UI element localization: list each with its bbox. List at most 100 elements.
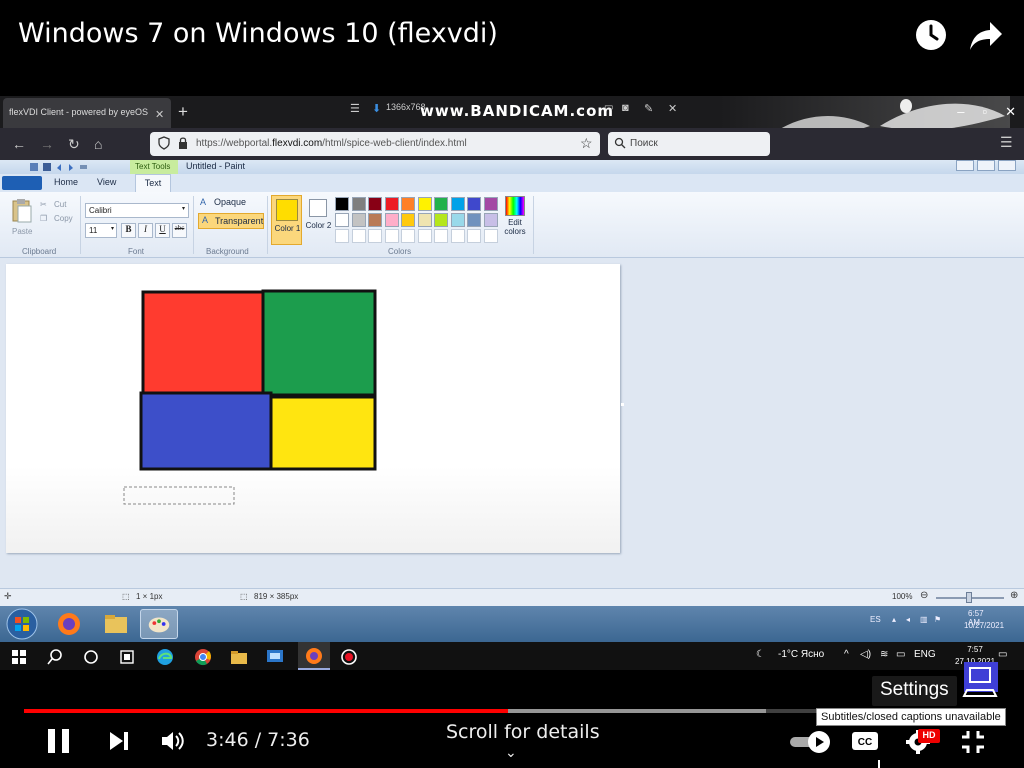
palette-swatch[interactable] <box>450 197 465 211</box>
minimize-icon[interactable]: – <box>957 104 964 119</box>
close-icon[interactable]: ✕ <box>1005 104 1016 119</box>
maximize-icon[interactable] <box>977 160 995 171</box>
close-icon[interactable]: ✕ <box>155 108 164 121</box>
firefox-task-active[interactable] <box>298 642 330 670</box>
search-input[interactable]: Поиск <box>608 132 770 156</box>
edge-icon[interactable] <box>154 646 176 668</box>
close-icon[interactable] <box>998 160 1016 171</box>
palette-swatch[interactable] <box>434 197 448 211</box>
chrome-icon[interactable] <box>192 646 214 668</box>
palette-swatch[interactable] <box>368 213 382 227</box>
windows-start-icon[interactable] <box>8 646 30 668</box>
browser-tab[interactable]: flexVDI Client - powered by eyeOS ✕ <box>3 98 171 128</box>
language-indicator[interactable]: ES <box>870 615 881 624</box>
palette-swatch[interactable] <box>335 229 349 243</box>
forward-arrow-icon[interactable]: → <box>40 136 54 152</box>
explorer-folder-icon[interactable] <box>97 609 135 639</box>
palette-swatch[interactable] <box>417 229 432 243</box>
font-size-select[interactable]: 11 ▾ <box>85 223 117 238</box>
palette-swatch[interactable] <box>417 197 432 211</box>
wifi-icon[interactable]: ≋ <box>880 649 888 660</box>
color1-button[interactable]: Color 1 <box>271 195 302 245</box>
palette-swatch[interactable] <box>450 229 465 243</box>
palette-swatch[interactable] <box>384 229 399 243</box>
palette-swatch[interactable] <box>351 197 366 211</box>
italic-button[interactable]: I <box>138 223 153 238</box>
battery-icon[interactable]: ▭ <box>896 649 905 660</box>
palette-swatch[interactable] <box>351 229 366 243</box>
flag-icon[interactable]: ⚑ <box>934 615 941 624</box>
task-view-icon[interactable] <box>116 646 138 668</box>
palette-swatch[interactable] <box>335 197 349 211</box>
cut-label[interactable]: Cut <box>54 200 66 209</box>
palette-swatch[interactable] <box>384 197 399 211</box>
captions-icon[interactable]: CC <box>850 730 880 752</box>
palette-swatch[interactable] <box>401 213 415 227</box>
next-icon[interactable] <box>108 730 132 752</box>
chevron-up-icon[interactable]: ▴ <box>892 615 896 624</box>
progress-bar[interactable] <box>24 709 1000 713</box>
tab-home[interactable]: Home <box>54 177 78 187</box>
autoplay-toggle[interactable] <box>788 730 832 754</box>
palette-swatch[interactable] <box>368 197 382 211</box>
back-arrow-icon[interactable]: ← <box>12 136 26 152</box>
shield-icon[interactable] <box>158 136 170 150</box>
zoom-slider-thumb[interactable] <box>966 592 972 603</box>
palette-swatch[interactable] <box>401 229 415 243</box>
language-indicator[interactable]: ENG <box>914 649 936 660</box>
paint-taskbar-icon[interactable] <box>140 609 178 639</box>
zoom-out-icon[interactable]: ⊖ <box>920 590 928 601</box>
home-icon[interactable]: ⌂ <box>94 136 102 152</box>
transparent-button[interactable]: A Transparent <box>198 213 264 229</box>
reload-icon[interactable]: ↻ <box>68 136 80 153</box>
bold-button[interactable]: B <box>121 223 136 238</box>
palette-swatch[interactable] <box>467 229 481 243</box>
strikethrough-button[interactable]: abc <box>172 223 187 238</box>
palette-swatch[interactable] <box>434 213 448 227</box>
zoom-in-icon[interactable]: ⊕ <box>1010 590 1018 601</box>
network-icon[interactable]: ▥ <box>920 615 928 624</box>
weather-text[interactable]: -1°C Ясно <box>778 649 824 660</box>
bookmark-star-icon[interactable]: ☆ <box>580 135 593 152</box>
share-arrow-icon[interactable] <box>968 20 1004 52</box>
windows7-start-icon[interactable] <box>6 608 38 640</box>
palette-swatch[interactable] <box>483 197 498 211</box>
palette-swatch[interactable] <box>351 213 366 227</box>
clock-icon[interactable] <box>914 18 948 52</box>
file-explorer-icon[interactable] <box>228 646 250 668</box>
tab-view[interactable]: View <box>97 177 116 187</box>
win7-clock-date[interactable]: 10/27/2021 <box>964 621 1004 630</box>
palette-swatch[interactable] <box>483 229 498 243</box>
search-icon[interactable] <box>44 646 66 668</box>
quick-access-toolbar[interactable] <box>30 161 90 173</box>
opaque-button[interactable]: A Opaque <box>198 197 258 211</box>
edit-colors-button[interactable]: Edit colors <box>502 196 528 246</box>
color2-button[interactable]: Color 2 <box>305 195 333 245</box>
weather-moon-icon[interactable]: ☾ <box>756 649 765 660</box>
palette-swatch[interactable] <box>467 197 481 211</box>
video-title[interactable]: Windows 7 on Windows 10 (flexvdi) <box>18 18 498 49</box>
bandicam-record-icon[interactable] <box>338 646 360 668</box>
speaker-icon[interactable]: ◂ <box>906 615 910 624</box>
drawing-canvas[interactable] <box>6 264 620 553</box>
file-menu-button[interactable] <box>2 176 42 190</box>
new-tab-icon[interactable]: + <box>178 102 188 122</box>
palette-swatch[interactable] <box>450 213 465 227</box>
cortana-icon[interactable] <box>80 646 102 668</box>
copy-label[interactable]: Copy <box>54 214 73 223</box>
paste-button[interactable] <box>10 198 34 224</box>
palette-swatch[interactable] <box>384 213 399 227</box>
chevron-down-icon[interactable]: ⌄ <box>505 744 517 761</box>
speaker-icon[interactable]: ◁) <box>860 649 871 660</box>
volume-icon[interactable] <box>160 729 186 753</box>
palette-swatch[interactable] <box>417 213 432 227</box>
pause-icon[interactable] <box>46 727 72 755</box>
notification-icon[interactable]: ▭ <box>998 649 1007 660</box>
chevron-up-icon[interactable]: ^ <box>844 649 849 660</box>
video-frame[interactable]: flexVDI Client - powered by eyeOS ✕ + ☰ … <box>0 96 1024 670</box>
palette-swatch[interactable] <box>368 229 382 243</box>
maximize-icon[interactable]: ▫ <box>982 104 987 119</box>
resize-handle[interactable] <box>621 403 624 406</box>
tab-text[interactable]: Text <box>135 174 171 192</box>
lock-icon[interactable] <box>178 136 188 150</box>
